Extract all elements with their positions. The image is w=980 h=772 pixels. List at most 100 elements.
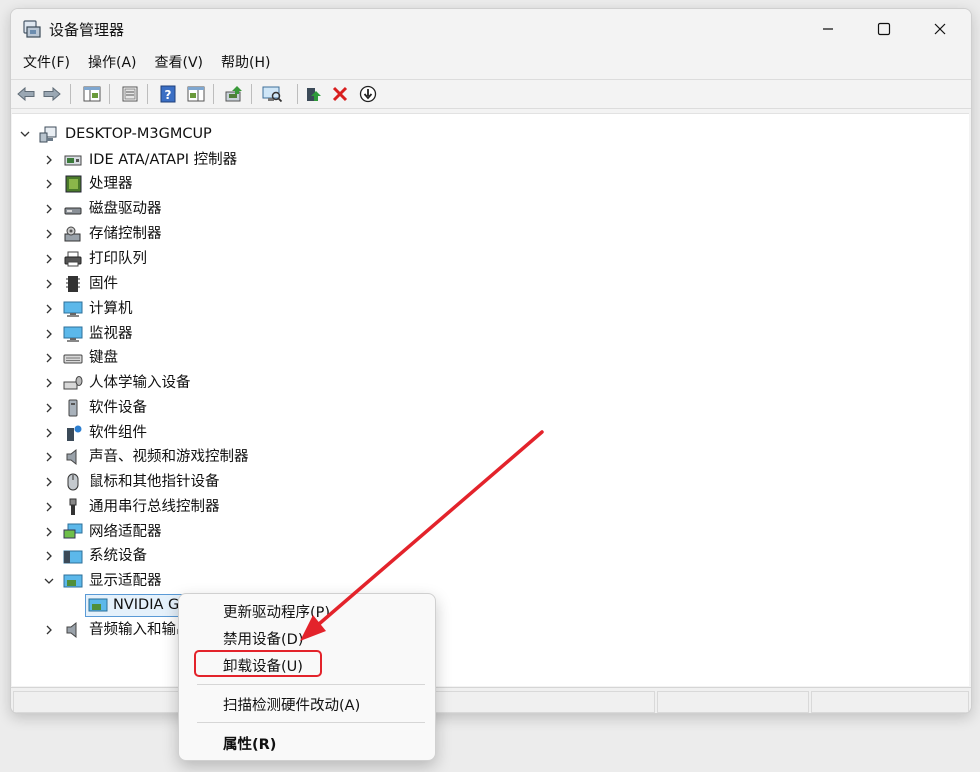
scan-hardware-button[interactable] [261,83,283,105]
menu-item-scan-hardware[interactable]: 扫描检测硬件改动(A) [179,690,435,716]
help-icon: ? [160,85,176,103]
action-pane-icon [187,86,205,102]
menu-file[interactable]: 文件(F) [14,51,79,77]
disable-device-button[interactable] [357,83,379,105]
chevron-down-icon[interactable] [41,573,57,589]
tree-item-hid[interactable]: 人体学输入设备 [12,371,969,395]
tree-item-monitor[interactable]: 监视器 [12,322,969,346]
toolbar-separator [213,84,214,104]
computer-icon [63,301,83,317]
uninstall-device-icon [332,86,348,102]
tree-item-sound[interactable]: 声音、视频和游戏控制器 [12,445,969,469]
scan-hardware-icon [262,86,283,103]
tree-item-print-queue[interactable]: 打印队列 [12,247,969,271]
tree-item-label: 软件组件 [89,425,147,441]
tree-item-software-component[interactable]: 软件组件 [12,421,969,445]
chevron-right-icon[interactable] [41,499,57,515]
properties-icon [122,86,138,102]
chevron-right-icon[interactable] [41,622,57,638]
tree-item-mouse[interactable]: 鼠标和其他指针设备 [12,470,969,494]
system-device-icon [63,550,83,564]
maximize-icon [877,22,891,36]
tree-item-label: 网络适配器 [89,524,162,540]
usb-icon [69,498,77,515]
forward-icon [43,86,61,102]
chevron-down-icon[interactable] [17,126,33,142]
tree-item-audio-io[interactable]: 音频输入和输出 [12,618,969,642]
toolbar-separator [70,84,71,104]
back-icon [17,86,35,102]
tree-item-network[interactable]: 网络适配器 [12,520,969,544]
tree-item-gpu-selected[interactable]: NVIDIA GeForce GT 730 [12,593,969,617]
chevron-right-icon[interactable] [41,350,57,366]
ide-controller-icon [64,155,82,166]
chevron-right-icon[interactable] [41,524,57,540]
toolbar-separator [109,84,110,104]
mouse-icon [67,473,79,491]
back-button[interactable] [15,83,37,105]
tree-item-keyboard[interactable]: 键盘 [12,346,969,370]
chevron-right-icon[interactable] [41,152,57,168]
menu-item-update-driver[interactable]: 更新驱动程序(P) [179,597,435,623]
action-pane-button[interactable] [185,83,207,105]
menu-view[interactable]: 查看(V) [146,51,213,77]
chevron-right-icon[interactable] [41,400,57,416]
tree-item-display-adapter[interactable]: 显示适配器 [12,569,969,593]
close-icon [934,23,946,35]
menu-item-disable-device[interactable]: 禁用设备(D) [179,624,435,650]
tree-item-label: 通用串行总线控制器 [89,499,220,515]
close-button[interactable] [913,9,967,49]
speaker-icon [66,448,77,466]
chevron-right-icon[interactable] [41,251,57,267]
chevron-right-icon[interactable] [41,375,57,391]
toolbar-separator [297,84,298,104]
update-driver-button[interactable] [223,83,245,105]
chevron-right-icon[interactable] [41,449,57,465]
tree-item-storage[interactable]: 存储控制器 [12,222,969,246]
menu-help[interactable]: 帮助(H) [212,51,279,77]
tree-item-ide[interactable]: IDE ATA/ATAPI 控制器 [12,148,969,172]
tree-item-label: 监视器 [89,326,133,342]
chevron-right-icon[interactable] [41,276,57,292]
tree-item-computer[interactable]: 计算机 [12,297,969,321]
toolbar-separator [147,84,148,104]
storage-controller-icon [64,226,81,242]
tree-item-label: 软件设备 [89,400,147,416]
chevron-right-icon[interactable] [41,301,57,317]
tree-item-label: 人体学输入设备 [89,375,191,391]
menu-action[interactable]: 操作(A) [79,51,146,77]
display-adapter-icon [63,574,83,588]
disk-drive-icon [64,207,82,215]
menu-item-label: 更新驱动程序(P) [223,605,331,621]
chevron-right-icon[interactable] [41,548,57,564]
minimize-button[interactable] [801,9,855,49]
chevron-right-icon[interactable] [41,425,57,441]
maximize-button[interactable] [857,9,911,49]
chevron-right-icon[interactable] [41,326,57,342]
chevron-right-icon[interactable] [41,474,57,490]
menu-item-properties[interactable]: 属性(R) [179,729,435,755]
chevron-right-icon[interactable] [41,226,57,242]
uninstall-device-button[interactable] [329,83,351,105]
keyboard-icon [63,354,83,364]
tree-item-disk[interactable]: 磁盘驱动器 [12,197,969,221]
forward-button[interactable] [41,83,63,105]
audio-io-icon [66,621,77,639]
tree-item-label: 处理器 [89,176,133,192]
tree-item-processor[interactable]: 处理器 [12,172,969,196]
tree-item-system[interactable]: 系统设备 [12,544,969,568]
tree-item-software-device[interactable]: 软件设备 [12,396,969,420]
properties-button[interactable] [119,83,141,105]
help-button[interactable]: ? [157,83,179,105]
tree-root[interactable]: DESKTOP-M3GMCUP [12,122,969,146]
tree-item-firmware[interactable]: 固件 [12,272,969,296]
tree-item-usb[interactable]: 通用串行总线控制器 [12,495,969,519]
chevron-right-icon[interactable] [41,201,57,217]
tree-item-label: 磁盘驱动器 [89,201,162,217]
title-bar: 设备管理器 [11,9,971,49]
hid-icon [63,376,83,390]
tree-item-label: 系统设备 [89,548,147,564]
enable-device-button[interactable] [302,83,324,105]
chevron-right-icon[interactable] [41,176,57,192]
show-hide-console-tree-button[interactable] [81,83,103,105]
